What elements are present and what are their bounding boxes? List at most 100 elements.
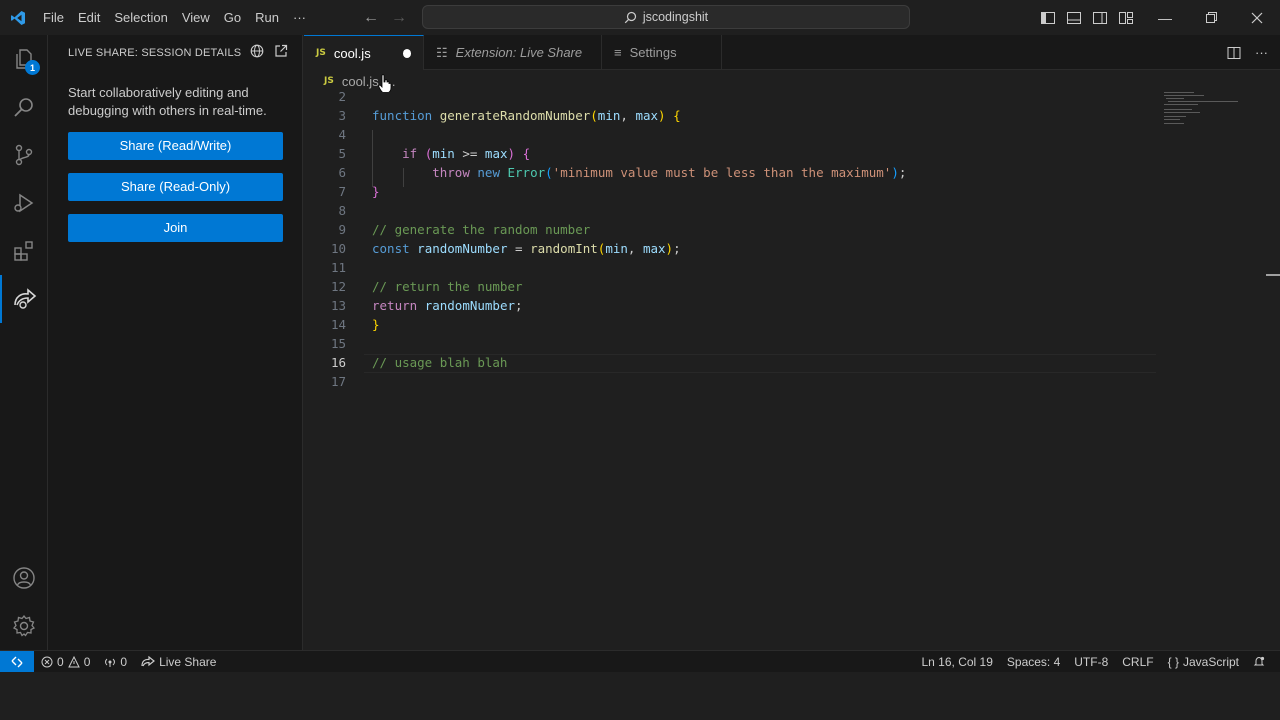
sidebar-title: LIVE SHARE: SESSION DETAILS [68,46,242,59]
share-read-write-button[interactable]: Share (Read/Write) [68,132,283,160]
window-controls: — [1142,0,1280,35]
tab-settings[interactable]: ≡ Settings [602,35,722,70]
code-line: 4 [338,127,346,142]
menu-go[interactable]: Go [217,0,248,35]
code-line: 12// return the number [330,279,523,294]
error-count: 0 [57,654,64,669]
search-icon[interactable] [0,83,48,131]
unsaved-dot-icon[interactable] [402,48,411,58]
more-actions-icon[interactable]: ··· [1255,45,1268,60]
breadcrumb-file[interactable]: cool.js [342,74,379,89]
toggle-primary-sidebar-icon[interactable] [1040,10,1056,26]
source-control-icon[interactable] [0,131,48,179]
braces-icon: { } [1167,655,1179,669]
menu-more[interactable]: ··· [286,0,313,35]
code-line: 13 return randomNumber; [330,298,523,313]
explorer-badge: 1 [25,60,40,75]
customize-layout-icon[interactable] [1118,10,1134,26]
activity-bar: 1 [0,35,48,650]
status-bar: 0 0 0 Live Share Ln 16, Col 19 Spaces: 4… [0,650,1280,673]
cursor-position[interactable]: Ln 16, Col 19 [915,655,1000,669]
live-share-actions: Share (Read/Write) Share (Read-Only) Joi… [48,120,302,242]
notifications-bell-icon[interactable] [1246,656,1272,668]
extension-file-icon: ☷ [436,44,448,60]
code-line: 3 function generateRandomNumber(min, max)… [338,108,681,123]
window-footer [0,672,1280,720]
remote-indicator-icon[interactable] [0,650,34,673]
tab-label: Extension: Live Share [455,45,583,60]
language-mode[interactable]: { } JavaScript [1161,655,1246,669]
menu-file[interactable]: File [36,0,71,35]
restore-icon[interactable] [1188,0,1234,35]
explorer-icon[interactable]: 1 [0,35,48,83]
toggle-panel-icon[interactable] [1066,10,1082,26]
end-of-line[interactable]: CRLF [1115,655,1160,669]
broadcast-icon [105,658,116,667]
toggle-secondary-sidebar-icon[interactable] [1092,10,1108,26]
layout-controls [1040,0,1134,35]
sidebar-header: LIVE SHARE: SESSION DETAILS [48,35,302,70]
code-editor[interactable]: 2 3 function generateRandomNumber(min, ma… [304,92,1280,650]
code-line: 2 [338,92,346,104]
title-bar: File Edit Selection View Go Run ··· ← → … [0,0,1280,35]
live-share-icon [141,655,156,666]
live-share-sidebar: LIVE SHARE: SESSION DETAILS Start collab… [48,35,303,650]
code-line: 17 [330,374,346,389]
code-line: 10 const randomNumber = randomInt(min, ma… [330,241,681,256]
breadcrumb: JS cool.js ... [304,70,1280,92]
tab-cool-js[interactable]: JS cool.js [304,35,424,70]
menu-edit[interactable]: Edit [71,0,107,35]
problems-status[interactable]: 0 0 [34,655,97,669]
run-debug-icon[interactable] [0,179,48,227]
manage-gear-icon[interactable] [0,602,48,650]
open-external-icon[interactable] [274,44,288,58]
error-icon [41,656,53,667]
warning-count: 0 [83,654,91,669]
code-line: 16// usage blah blah [330,355,508,370]
code-line: 8 [338,203,346,218]
menu-run[interactable]: Run [248,0,286,35]
menu-selection[interactable]: Selection [107,0,174,35]
indentation[interactable]: Spaces: 4 [1000,655,1067,669]
menu-view[interactable]: View [175,0,217,35]
search-icon [624,11,636,23]
share-read-only-button[interactable]: Share (Read-Only) [68,173,283,201]
ports-status[interactable]: 0 [97,655,134,669]
scrollbar-cursor-marker[interactable] [1266,274,1280,276]
js-file-icon: JS [316,48,326,58]
encoding[interactable]: UTF-8 [1067,655,1115,669]
ports-count: 0 [120,654,128,669]
menu-bar: File Edit Selection View Go Run ··· [36,0,313,35]
tab-extension-live-share[interactable]: ☷ Extension: Live Share [424,35,602,70]
live-share-icon[interactable] [0,275,48,323]
code-line: 6 throw new Error('minimum value must be… [338,165,907,180]
close-icon[interactable] [1234,0,1280,35]
language-label: JavaScript [1182,655,1239,669]
code-line: 7} [338,184,380,199]
tab-label: cool.js [333,45,371,61]
back-arrow-icon[interactable]: ← [362,9,380,27]
code-line: 14} [330,317,380,332]
warning-icon [67,655,80,667]
live-share-status[interactable]: Live Share [134,655,223,669]
code-line: 15 [330,336,346,351]
sidebar-description: Start collaboratively editing and debugg… [68,85,267,118]
split-editor-icon[interactable] [1227,46,1241,60]
minimap[interactable] [1164,92,1264,132]
live-share-label: Live Share [159,654,217,669]
vscode-logo-icon [0,0,36,35]
join-button[interactable]: Join [68,214,283,242]
extensions-icon[interactable] [0,227,48,275]
settings-file-icon: ≡ [614,45,622,60]
code-line: 5 if (min >= max) { [338,146,531,161]
account-icon[interactable] [0,554,48,602]
command-center-label: jscodingshit [642,10,709,24]
minimize-icon[interactable]: — [1142,0,1188,35]
tab-label: Settings [629,45,677,60]
globe-icon[interactable] [250,44,264,58]
forward-arrow-icon[interactable]: → [390,9,408,27]
code-line: 9// generate the random number [338,222,591,237]
command-center[interactable]: jscodingshit [422,5,910,29]
js-file-icon: JS [324,76,334,86]
nav-arrows: ← → [362,0,408,35]
